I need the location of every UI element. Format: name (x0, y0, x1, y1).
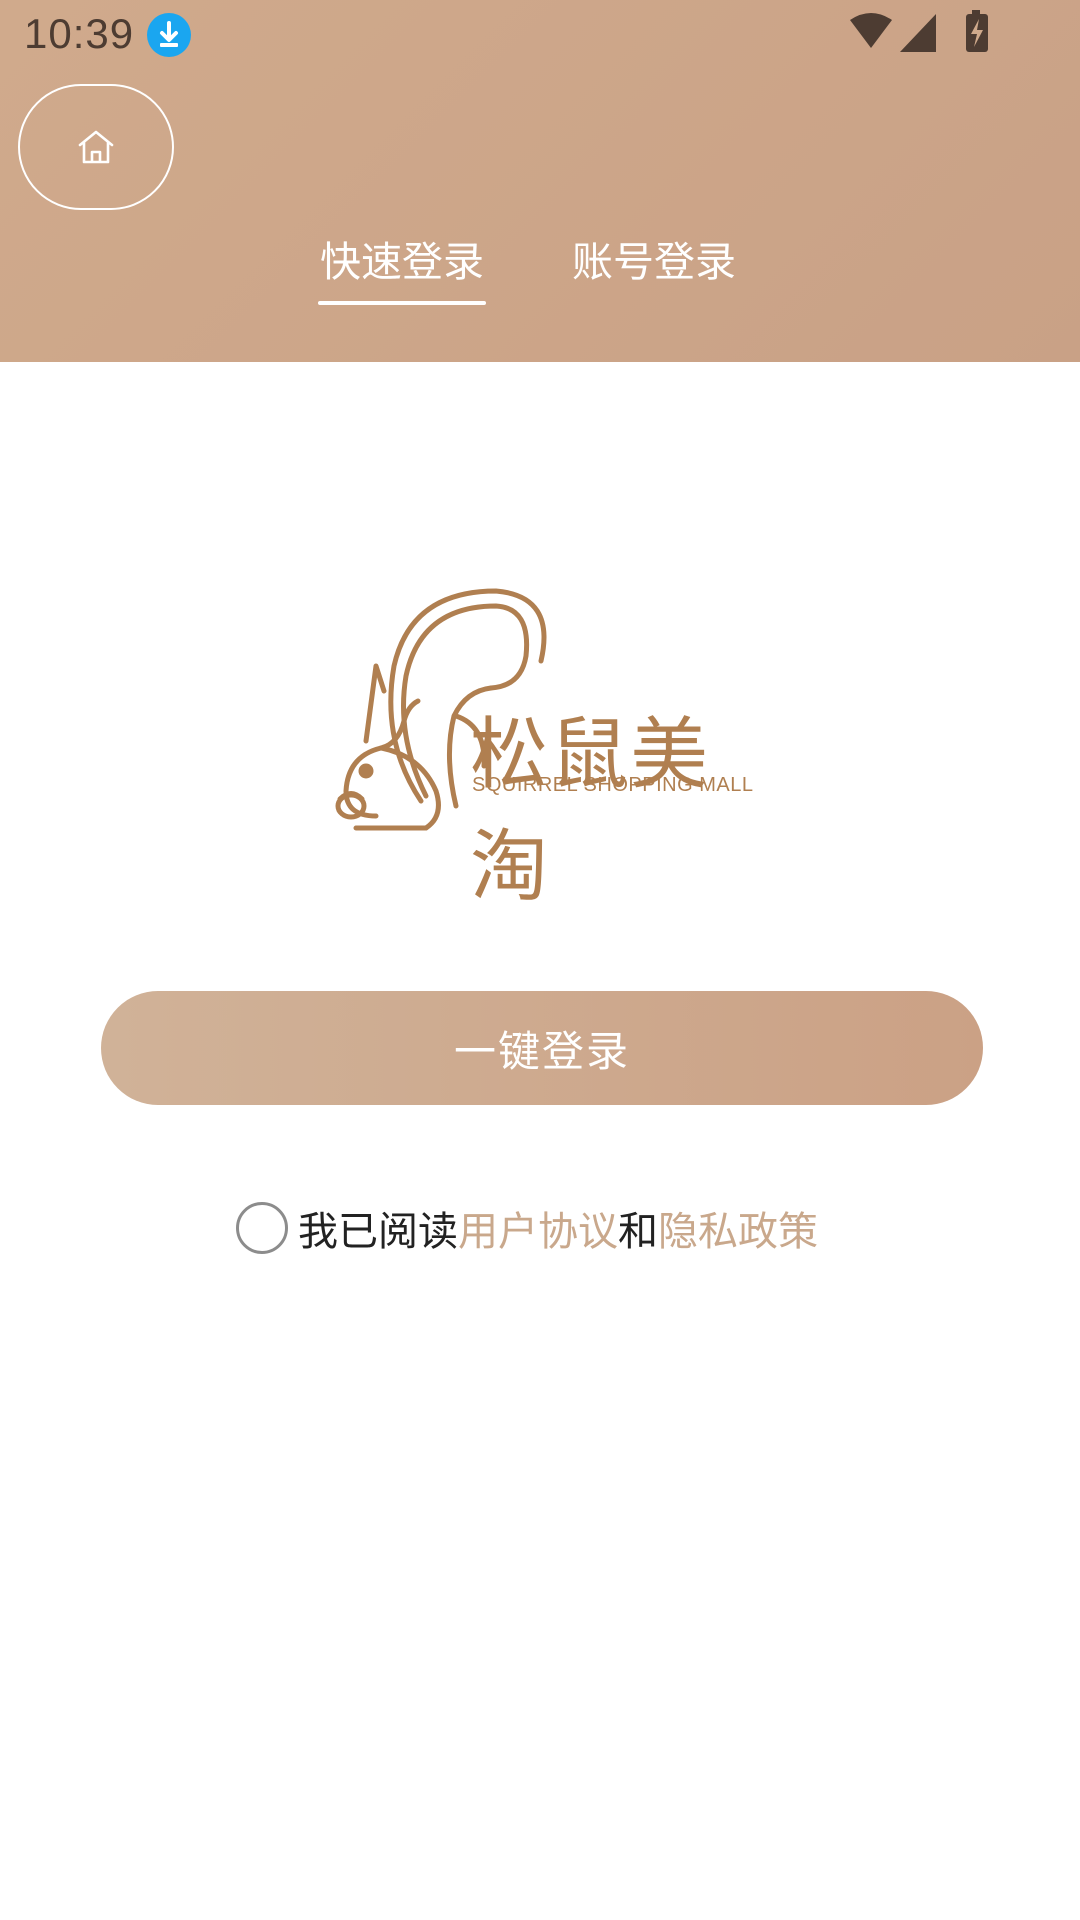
status-bar: 10:39 (0, 0, 1080, 72)
agreement-and: 和 (618, 1209, 658, 1255)
logo-name-en: SQUIRREL SHOPPING MALL (472, 774, 754, 796)
signal-icon (900, 14, 936, 52)
active-tab-indicator (318, 301, 486, 305)
home-button[interactable] (18, 84, 174, 210)
agreement-prefix: 我已阅读 (298, 1209, 458, 1255)
header-banner: 10:39 快速登录 账号登录 (0, 0, 1080, 362)
wifi-icon (850, 13, 892, 48)
agreement-checkbox[interactable] (236, 1202, 288, 1254)
brand-logo: 松鼠美淘 SQUIRREL SHOPPING MALL (326, 516, 760, 950)
user-agreement-link[interactable]: 用户协议 (458, 1199, 618, 1257)
status-time: 10:39 (24, 10, 135, 57)
system-icons (850, 10, 988, 52)
one-click-login-button[interactable]: 一键登录 (101, 991, 983, 1105)
privacy-policy-link[interactable]: 隐私政策 (658, 1199, 818, 1257)
tab-account-login[interactable]: 账号登录 (570, 228, 738, 308)
home-icon (78, 130, 114, 164)
logo-name-cn: 松鼠美淘 (470, 710, 711, 912)
login-tabs: 快速登录 账号登录 (0, 228, 1080, 308)
tab-quick-login[interactable]: 快速登录 (318, 228, 486, 308)
download-icon (147, 13, 191, 57)
agreement-row: 我已阅读 用户协议 和 隐私政策 (236, 1198, 818, 1258)
battery-charging-icon (966, 10, 988, 52)
